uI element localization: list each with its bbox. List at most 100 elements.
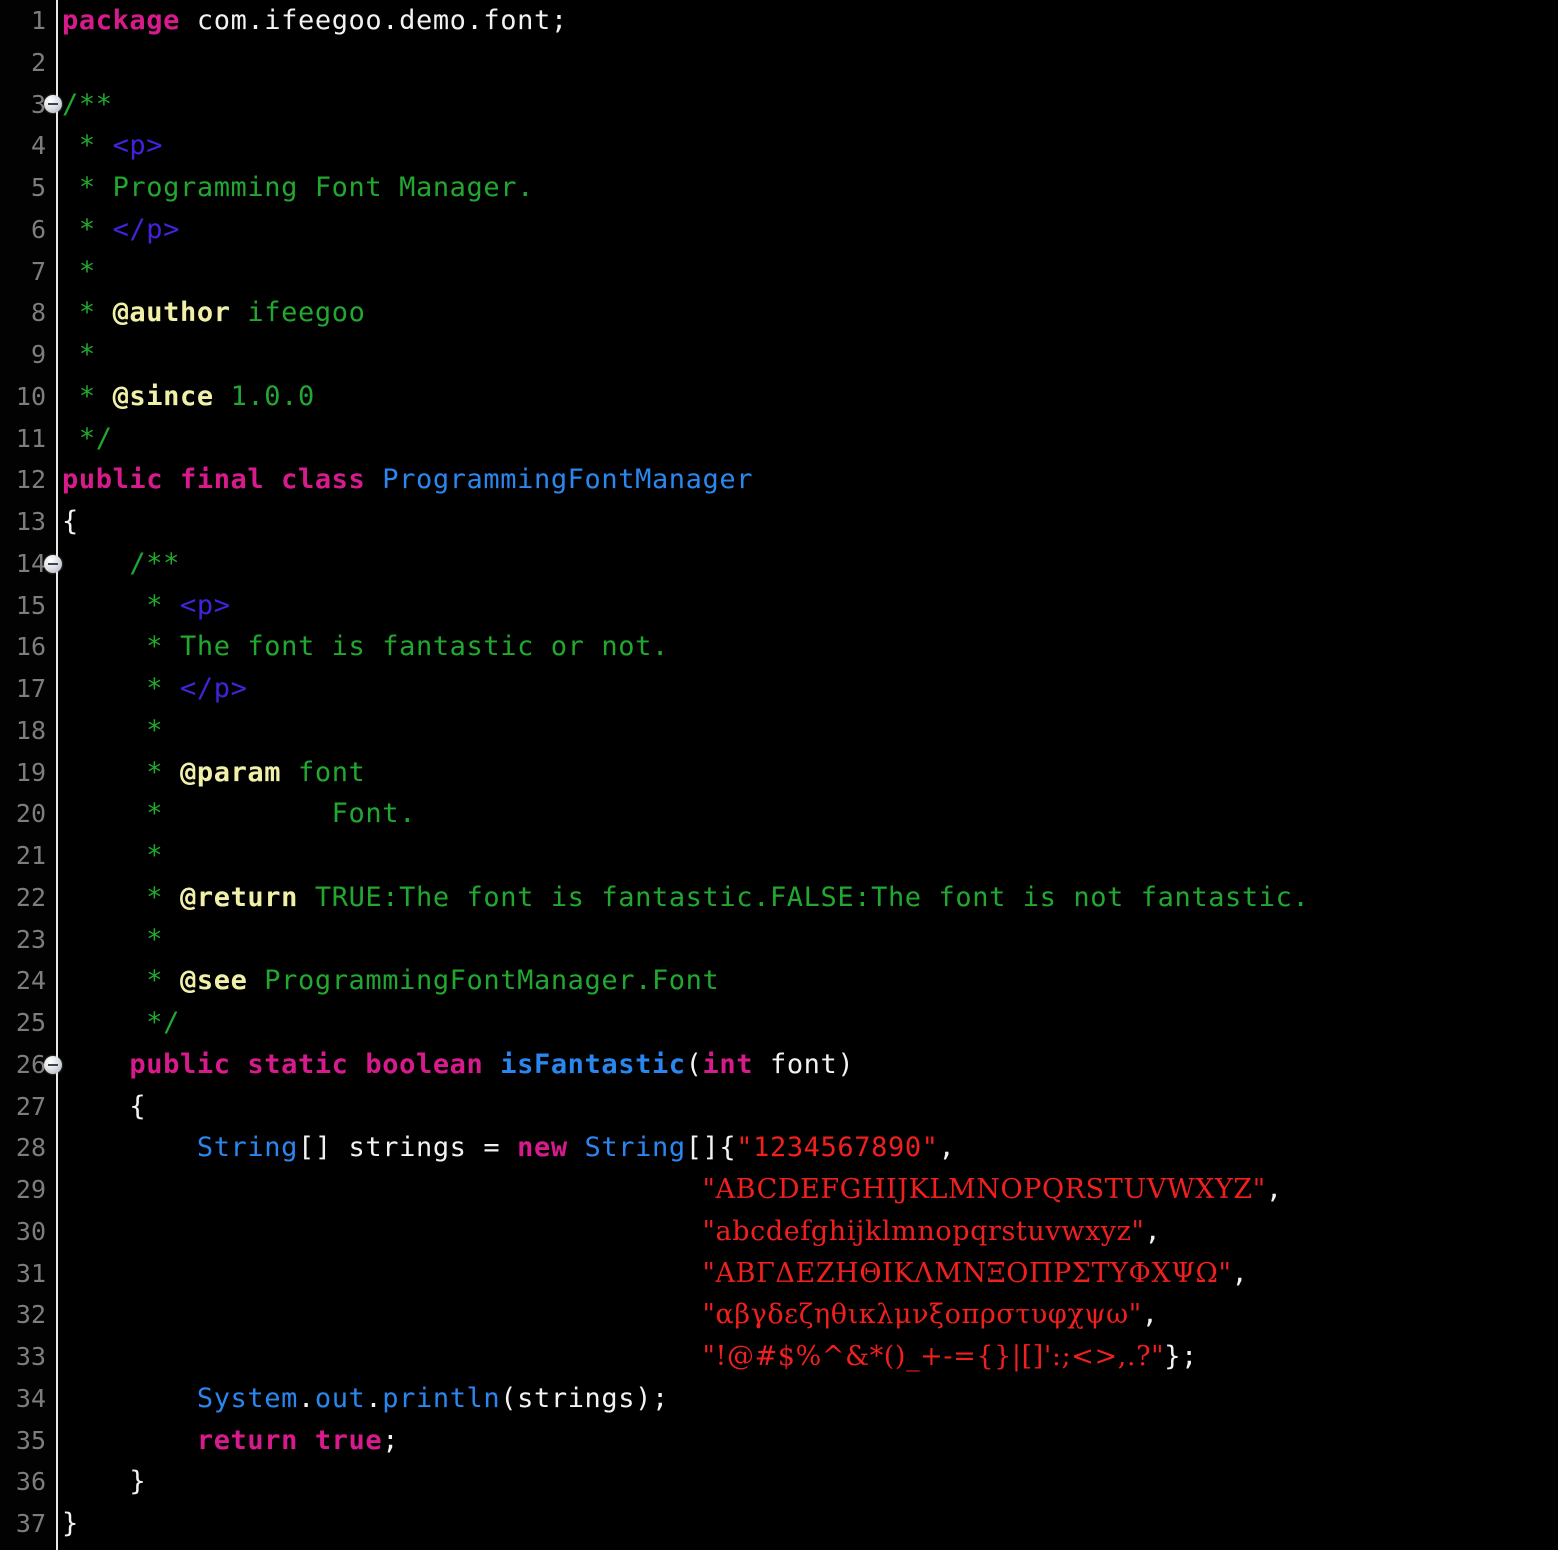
token-plain — [483, 1049, 500, 1080]
code-line[interactable]: 4 * <p> — [0, 125, 1558, 167]
line-content[interactable]: /** — [62, 543, 180, 585]
fold-collapse-icon[interactable] — [44, 95, 62, 113]
token-cmt: * — [62, 757, 180, 788]
line-number: 31 — [0, 1253, 46, 1295]
line-number: 11 — [0, 418, 46, 460]
code-line[interactable]: 2 — [0, 42, 1558, 84]
code-line[interactable]: 28 String[] strings = new String[]{"1234… — [0, 1127, 1558, 1169]
token-type: ProgrammingFontManager — [382, 464, 753, 495]
code-line[interactable]: 23 * — [0, 919, 1558, 961]
code-line[interactable]: 20 * Font. — [0, 793, 1558, 835]
token-tag: @author — [113, 297, 231, 328]
line-content[interactable]: String[] strings = new String[]{"1234567… — [62, 1127, 955, 1169]
code-line[interactable]: 5 * Programming Font Manager. — [0, 167, 1558, 209]
code-line[interactable]: 33 "!@#$%^&*()_+-={}|[]':;<>,.?"}; — [0, 1336, 1558, 1378]
line-content[interactable]: * </p> — [62, 668, 247, 710]
code-line[interactable]: 14 /** — [0, 543, 1558, 585]
token-cmt: * The font is fantastic or not. — [62, 631, 669, 662]
line-content[interactable]: package com.ifeegoo.demo.font; — [62, 0, 568, 42]
code-line[interactable]: 27 { — [0, 1086, 1558, 1128]
code-line[interactable]: 7 * — [0, 251, 1558, 293]
code-line[interactable]: 37} — [0, 1503, 1558, 1545]
line-content[interactable]: System.out.println(strings); — [62, 1378, 669, 1420]
token-cmt: * — [62, 297, 113, 328]
code-line[interactable]: 26 public static boolean isFantastic(int… — [0, 1044, 1558, 1086]
line-content[interactable]: /** — [62, 84, 113, 126]
line-content[interactable]: "αβγδεζηθικλμνξοπρστυφχψω", — [62, 1294, 1159, 1336]
token-plain — [568, 1132, 585, 1163]
line-content[interactable]: * @since 1.0.0 — [62, 376, 315, 418]
line-content[interactable]: return true; — [62, 1420, 399, 1462]
code-line[interactable]: 29 "ABCDEFGHIJKLMNOPQRSTUVWXYZ", — [0, 1169, 1558, 1211]
code-line[interactable]: 36 } — [0, 1461, 1558, 1503]
code-line[interactable]: 3/** — [0, 84, 1558, 126]
line-content[interactable]: "abcdefghijklmnopqrstuvwxyz", — [62, 1211, 1161, 1253]
line-number: 9 — [0, 334, 46, 376]
token-cmt: ifeegoo — [231, 297, 366, 328]
token-plain: , — [1144, 1216, 1161, 1247]
line-content[interactable]: * — [62, 334, 96, 376]
line-content[interactable]: * <p> — [62, 125, 163, 167]
code-line[interactable]: 9 * — [0, 334, 1558, 376]
line-content[interactable]: * — [62, 710, 163, 752]
code-line[interactable]: 30 "abcdefghijklmnopqrstuvwxyz", — [0, 1211, 1558, 1253]
line-content[interactable]: */ — [62, 418, 113, 460]
line-content[interactable]: * @return TRUE:The font is fantastic.FAL… — [62, 877, 1309, 919]
line-content[interactable]: * — [62, 835, 163, 877]
code-line[interactable]: 34 System.out.println(strings); — [0, 1378, 1558, 1420]
line-number: 12 — [0, 459, 46, 501]
line-content[interactable]: */ — [62, 1002, 180, 1044]
code-line[interactable]: 15 * <p> — [0, 585, 1558, 627]
code-line[interactable]: 19 * @param font — [0, 752, 1558, 794]
line-content[interactable]: public final class ProgrammingFontManage… — [62, 459, 753, 501]
token-plain: ( — [686, 1049, 703, 1080]
code-line[interactable]: 21 * — [0, 835, 1558, 877]
line-number: 30 — [0, 1211, 46, 1253]
code-line[interactable]: 1package com.ifeegoo.demo.font; — [0, 0, 1558, 42]
code-line[interactable]: 16 * The font is fantastic or not. — [0, 626, 1558, 668]
code-editor[interactable]: 1package com.ifeegoo.demo.font;23/**4 * … — [0, 0, 1558, 1550]
line-content[interactable]: * Programming Font Manager. — [62, 167, 534, 209]
code-line[interactable]: 24 * @see ProgrammingFontManager.Font — [0, 960, 1558, 1002]
line-content[interactable]: * <p> — [62, 585, 231, 627]
code-line[interactable]: 32 "αβγδεζηθικλμνξοπρστυφχψω", — [0, 1294, 1558, 1336]
fold-collapse-icon[interactable] — [44, 1056, 62, 1074]
line-content[interactable]: "ΑΒΓΔΕΖΗΘΙΚΛΜΝΞΟΠΡΣΤΥΦΧΨΩ", — [62, 1253, 1248, 1295]
code-line[interactable]: 11 */ — [0, 418, 1558, 460]
line-content[interactable]: * </p> — [62, 209, 180, 251]
line-content[interactable]: * The font is fantastic or not. — [62, 626, 669, 668]
token-plain: . — [298, 1383, 315, 1414]
code-lines-container[interactable]: 1package com.ifeegoo.demo.font;23/**4 * … — [0, 0, 1558, 1545]
code-line[interactable]: 13{ — [0, 501, 1558, 543]
line-content[interactable]: * @param font — [62, 752, 365, 794]
line-content[interactable]: * @see ProgrammingFontManager.Font — [62, 960, 719, 1002]
code-line[interactable]: 35 return true; — [0, 1420, 1558, 1462]
token-cmt: /** — [62, 89, 113, 120]
token-plain — [365, 464, 382, 495]
line-content[interactable]: public static boolean isFantastic(int fo… — [62, 1044, 854, 1086]
line-content[interactable]: "!@#$%^&*()_+-={}|[]':;<>,.?"}; — [62, 1336, 1198, 1378]
code-line[interactable]: 10 * @since 1.0.0 — [0, 376, 1558, 418]
line-content[interactable]: "ABCDEFGHIJKLMNOPQRSTUVWXYZ", — [62, 1169, 1283, 1211]
code-line[interactable]: 18 * — [0, 710, 1558, 752]
line-content[interactable]: * Font. — [62, 793, 416, 835]
line-content[interactable]: } — [62, 1461, 146, 1503]
line-content[interactable]: { — [62, 501, 79, 543]
code-line[interactable]: 6 * </p> — [0, 209, 1558, 251]
line-content[interactable]: * — [62, 919, 163, 961]
line-content[interactable]: * — [62, 251, 96, 293]
token-cmt: font — [281, 757, 365, 788]
line-content[interactable]: { — [62, 1086, 146, 1128]
line-content[interactable]: * @author ifeegoo — [62, 292, 365, 334]
code-line[interactable]: 12 public final class ProgrammingFontMana… — [0, 459, 1558, 501]
code-line[interactable]: 8 * @author ifeegoo — [0, 292, 1558, 334]
token-plain: ; — [382, 1425, 399, 1456]
line-content[interactable]: } — [62, 1503, 79, 1545]
token-plain: } — [62, 1466, 146, 1497]
fold-collapse-icon[interactable] — [44, 555, 62, 573]
token-plain — [62, 1132, 197, 1163]
code-line[interactable]: 17 * </p> — [0, 668, 1558, 710]
code-line[interactable]: 22 * @return TRUE:The font is fantastic.… — [0, 877, 1558, 919]
code-line[interactable]: 25 */ — [0, 1002, 1558, 1044]
code-line[interactable]: 31 "ΑΒΓΔΕΖΗΘΙΚΛΜΝΞΟΠΡΣΤΥΦΧΨΩ", — [0, 1253, 1558, 1295]
